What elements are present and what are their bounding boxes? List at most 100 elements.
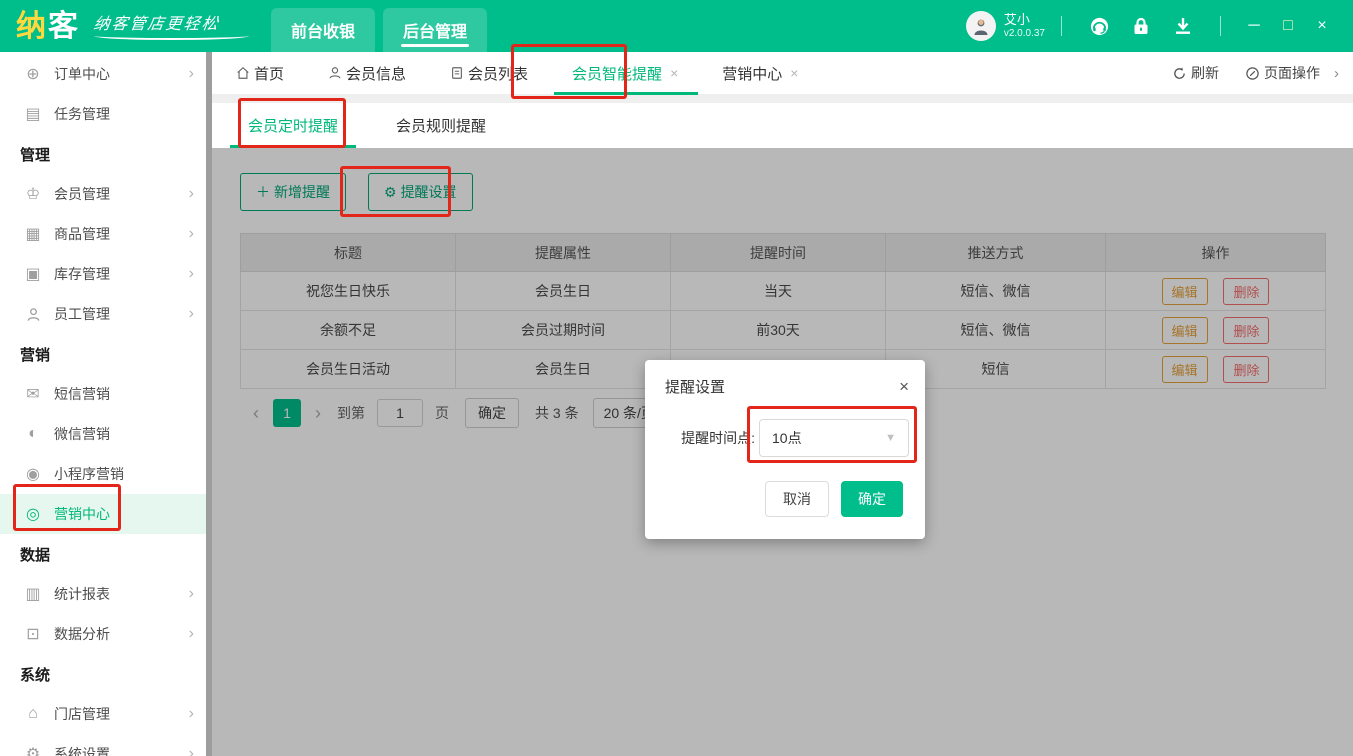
cancel-button[interactable]: 取消 [765, 481, 829, 517]
chevron-right-icon: › [189, 305, 194, 323]
page-tab-member-smart-reminder[interactable]: 会员智能提醒 × [568, 52, 682, 95]
reminder-time-value: 10点 [772, 428, 802, 448]
person-icon [971, 16, 991, 36]
page-tab-label: 营销中心 [722, 63, 782, 84]
app-version: v2.0.0.37 [1004, 28, 1045, 40]
sidebar-section-marketing: 营销 [0, 334, 212, 374]
close-tab-icon[interactable]: × [670, 65, 678, 81]
user-name: 艾小 [1004, 13, 1045, 28]
subtab-rule-reminder[interactable]: 会员规则提醒 [388, 103, 494, 148]
lock-icon[interactable] [1130, 15, 1152, 37]
sidebar-item-goods-mgmt[interactable]: ▦ 商品管理 › [0, 214, 212, 254]
home-icon [236, 66, 250, 80]
close-button[interactable]: × [1305, 17, 1339, 35]
brand-tagline: 纳客管店更轻松 [94, 10, 249, 40]
sidebar-item-label: 会员管理 [54, 184, 110, 204]
sidebar-item-marketing-center[interactable]: ◎ 营销中心 [0, 494, 212, 534]
sidebar-section-system: 系统 [0, 654, 212, 694]
app-window: 纳客 纳客管店更轻松 前台收银 后台管理 艾小 v2.0.0.37 [0, 0, 1353, 756]
download-icon[interactable] [1172, 15, 1194, 37]
mode-switcher: 前台收银 后台管理 [271, 0, 495, 52]
page-gap [212, 95, 1353, 103]
sidebar-item-label: 数据分析 [54, 624, 110, 644]
sidebar-item-store-mgmt[interactable]: ⌂ 门店管理 › [0, 694, 212, 734]
sidebar-item-task-mgmt[interactable]: ▤ 任务管理 [0, 94, 212, 134]
miniprogram-icon: ◉ [24, 464, 42, 484]
chevron-right-icon: › [189, 265, 194, 283]
sidebar-item-staff-mgmt[interactable]: 员工管理 › [0, 294, 212, 334]
reminder-settings-modal: 提醒设置 × 提醒时间点: 10点 ▼ 取消 确定 [645, 360, 925, 539]
avatar[interactable] [966, 11, 996, 41]
sidebar-item-label: 员工管理 [54, 304, 110, 324]
page-tab-member-list[interactable]: 会员列表 [446, 52, 532, 95]
page-tab-label: 会员信息 [346, 63, 406, 84]
confirm-button[interactable]: 确定 [841, 481, 903, 517]
page-operations-icon [1245, 66, 1260, 81]
tab-front-cashier[interactable]: 前台收银 [271, 8, 375, 52]
tabbar-actions: 刷新 页面操作 › [1146, 63, 1339, 83]
window-controls: ─ □ × [1237, 17, 1339, 35]
reminder-time-select[interactable]: 10点 ▼ [759, 419, 909, 457]
modal-footer: 取消 确定 [765, 481, 903, 517]
page-tab-member-info[interactable]: 会员信息 [324, 52, 410, 95]
sidebar-item-label: 营销中心 [54, 504, 110, 524]
sidebar-item-statistics-report[interactable]: ▥ 统计报表 › [0, 574, 212, 614]
gear-icon: ⚙ [24, 744, 42, 756]
sidebar-item-data-analysis[interactable]: ⊡ 数据分析 › [0, 614, 212, 654]
page-tab-label: 首页 [254, 63, 284, 84]
refresh-icon [1172, 66, 1187, 81]
sidebar-item-system-settings[interactable]: ⚙ 系统设置 › [0, 734, 212, 756]
refresh-button[interactable]: 刷新 [1172, 63, 1219, 83]
divider [1220, 16, 1221, 36]
sub-tabbar: 会员定时提醒 会员规则提醒 [212, 103, 1353, 148]
sidebar-item-order-center[interactable]: ⊕ 订单中心 › [0, 54, 212, 94]
user-meta: 艾小 v2.0.0.37 [1004, 13, 1045, 39]
page-tabbar: 首页 会员信息 会员列表 会员智能提醒 × [212, 52, 1353, 95]
chevron-right-icon: › [189, 745, 194, 756]
sidebar-item-sms-marketing[interactable]: ✉ 短信营销 [0, 374, 212, 414]
chevron-right-icon: › [189, 225, 194, 243]
sidebar-item-label: 统计报表 [54, 584, 110, 604]
divider [1061, 16, 1062, 36]
list-icon [450, 66, 464, 80]
sidebar-item-label: 订单中心 [54, 64, 110, 84]
page-tab-label: 会员智能提醒 [572, 63, 662, 84]
support-headset-icon[interactable] [1088, 15, 1110, 37]
subtab-timed-reminder[interactable]: 会员定时提醒 [240, 103, 346, 148]
page-tab-marketing-center[interactable]: 营销中心 × [718, 52, 802, 95]
page-tab-home[interactable]: 首页 [232, 52, 288, 95]
envelope-icon: ✉ [24, 384, 42, 404]
store-icon: ⌂ [24, 705, 42, 723]
page-tab-label: 会员列表 [468, 63, 528, 84]
sidebar-item-wechat-marketing[interactable]: ◐ 微信营销 [0, 414, 212, 454]
maximize-button[interactable]: □ [1271, 17, 1305, 35]
titlebar-right: 艾小 v2.0.0.37 ─ □ × [966, 11, 1339, 41]
tabbar-more-arrow[interactable]: › [1334, 65, 1339, 82]
refresh-label: 刷新 [1191, 63, 1219, 83]
monitor-icon: ⊡ [24, 624, 42, 644]
sidebar-item-member-mgmt[interactable]: ♔ 会员管理 › [0, 174, 212, 214]
globe-icon: ⊕ [24, 64, 42, 84]
sidebar-item-label: 库存管理 [54, 264, 110, 284]
tab-backoffice[interactable]: 后台管理 [383, 8, 487, 52]
page-operations-button[interactable]: 页面操作 [1245, 63, 1320, 83]
sidebar-item-label: 小程序营销 [54, 464, 124, 484]
logo-rest-char: 客 [48, 10, 80, 43]
sidebar-item-miniprogram-marketing[interactable]: ◉ 小程序营销 [0, 454, 212, 494]
dropdown-arrow-icon: ▼ [885, 432, 896, 444]
minimize-button[interactable]: ─ [1237, 17, 1271, 35]
modal-title: 提醒设置 [665, 376, 725, 397]
chevron-right-icon: › [189, 185, 194, 203]
target-icon: ◎ [24, 504, 42, 524]
brand-logo: 纳客 纳客管店更轻松 [16, 10, 249, 42]
sidebar-item-label: 门店管理 [54, 704, 110, 724]
sidebar-item-inventory-mgmt[interactable]: ▣ 库存管理 › [0, 254, 212, 294]
reminder-time-label: 提醒时间点: [657, 428, 755, 448]
sidebar-section-data: 数据 [0, 534, 212, 574]
close-tab-icon[interactable]: × [790, 65, 798, 81]
chevron-right-icon: › [189, 65, 194, 83]
sidebar-item-label: 短信营销 [54, 384, 110, 404]
modal-header: 提醒设置 × [645, 360, 925, 397]
modal-close-icon[interactable]: × [899, 378, 909, 395]
modal-body: 提醒时间点: 10点 ▼ [645, 397, 925, 457]
